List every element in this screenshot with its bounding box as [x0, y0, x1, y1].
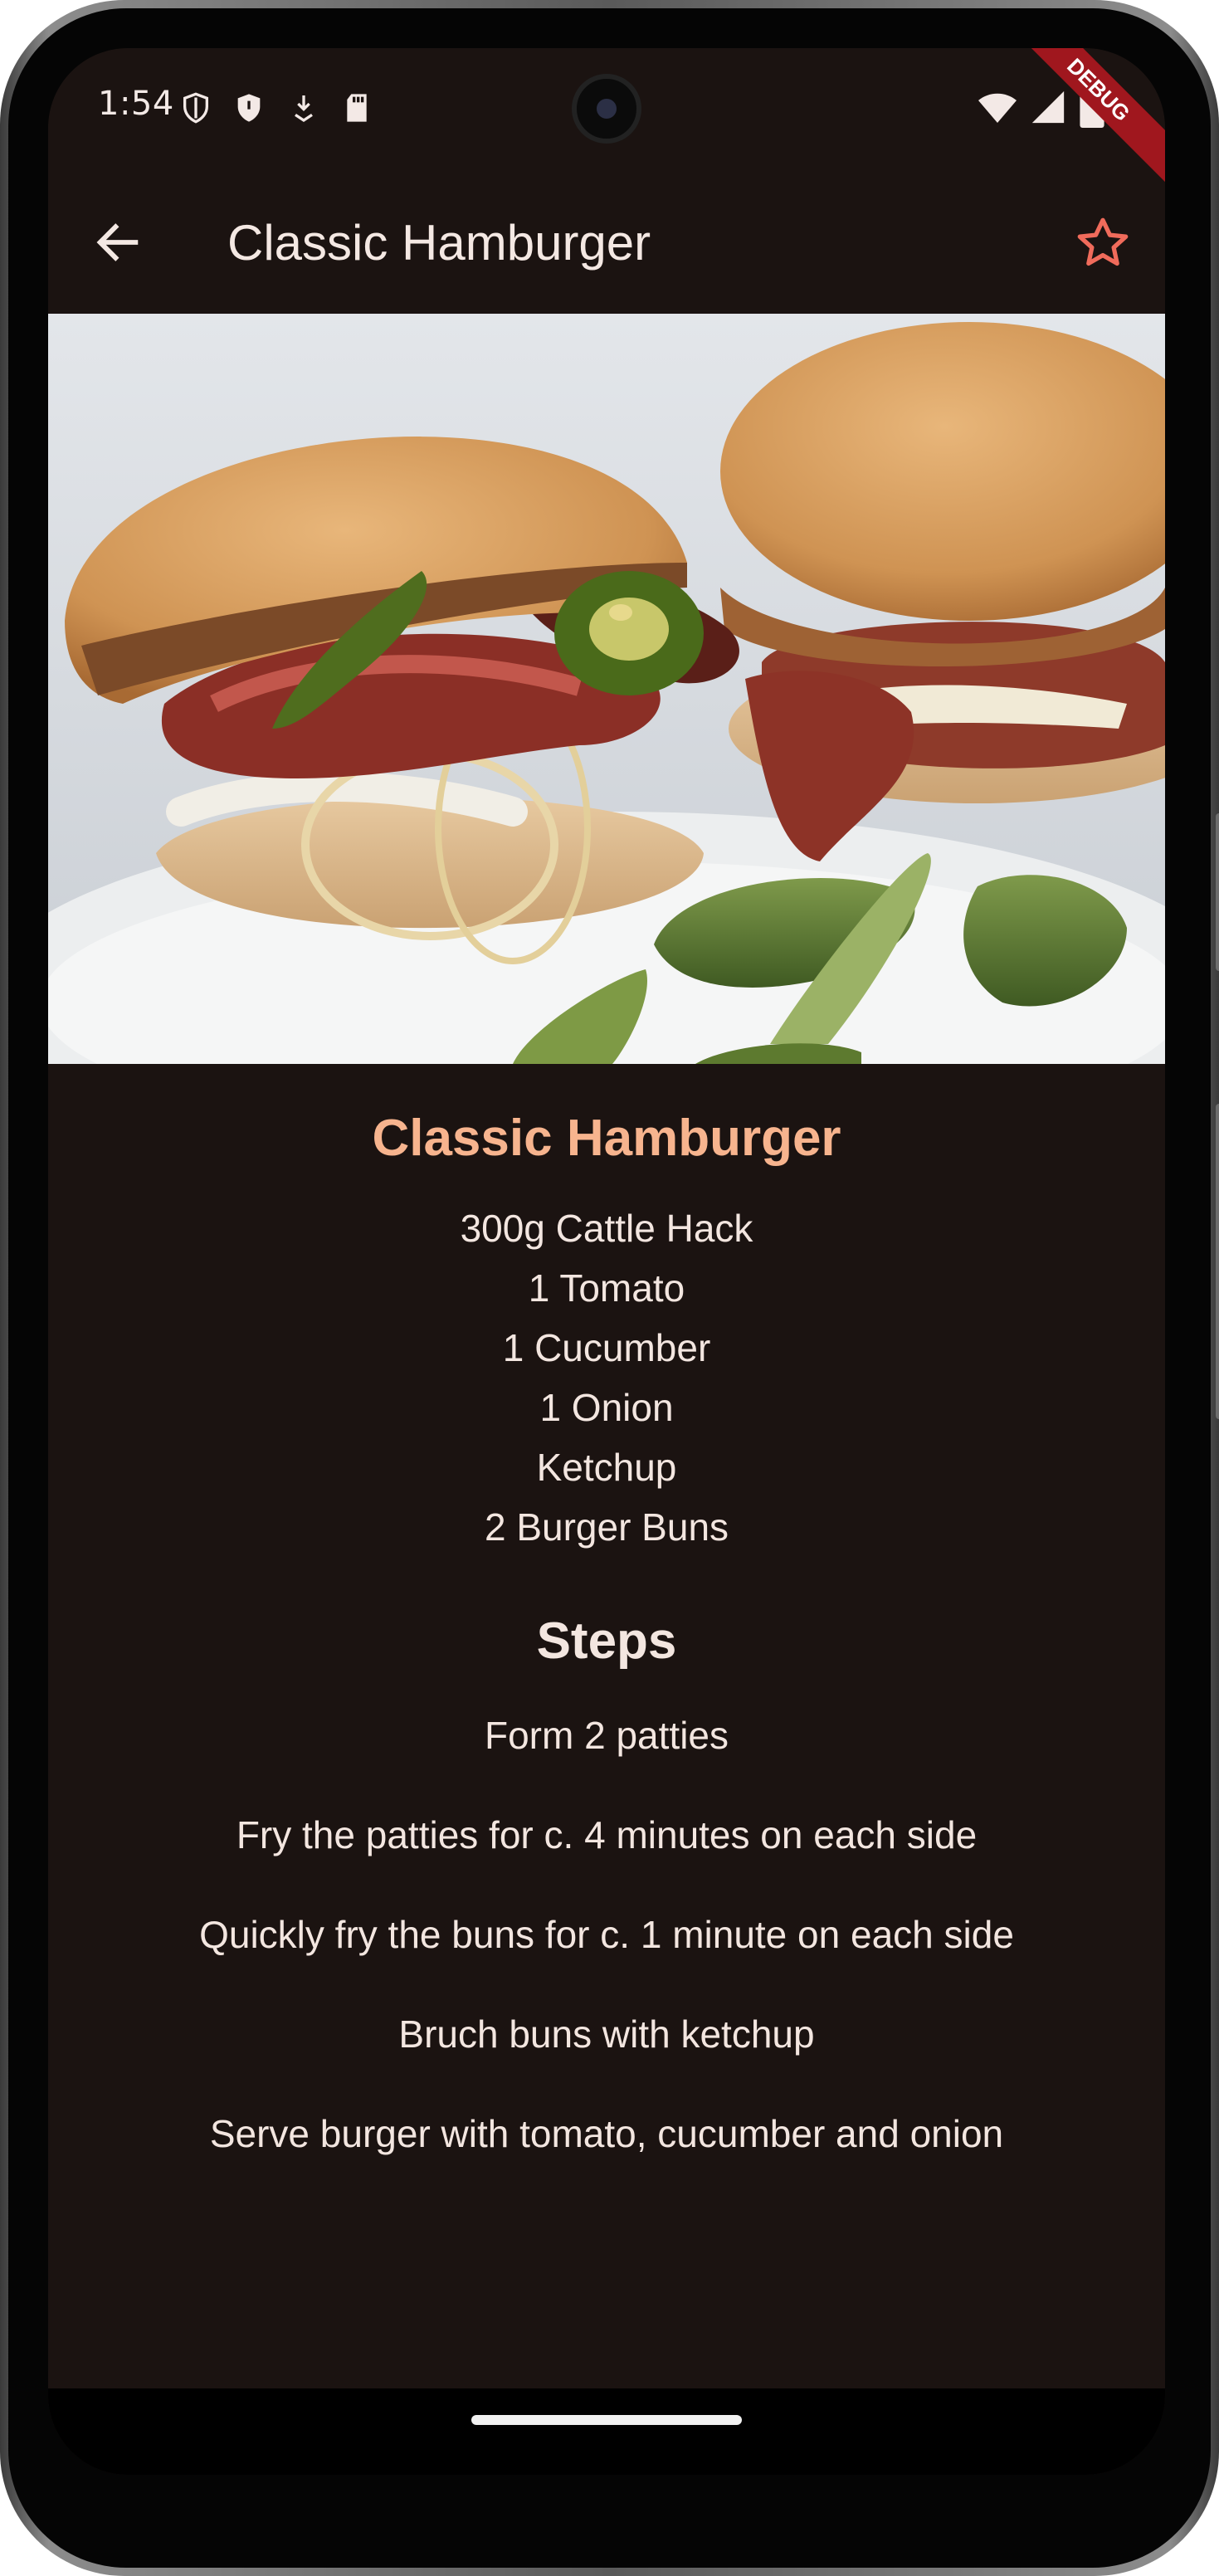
step-item: Form 2 patties — [485, 1714, 729, 1757]
front-camera — [572, 74, 641, 144]
ingredient-item: 1 Tomato — [528, 1266, 685, 1310]
power-button — [1216, 813, 1219, 971]
volume-button — [1216, 1104, 1219, 1419]
step-item: Serve burger with tomato, cucumber and o… — [209, 2112, 1004, 2155]
download-icon — [295, 95, 313, 123]
steps-list: Form 2 patties Fry the patties for c. 4 … — [48, 1711, 1165, 2209]
step-item: Fry the patties for c. 4 minutes on each… — [236, 1813, 978, 1856]
arrow-back-icon[interactable] — [91, 216, 144, 269]
step-item: Bruch buns with ketchup — [398, 2013, 815, 2056]
ingredient-list: 300g Cattle Hack 1 Tomato 1 Cucumber 1 O… — [48, 1198, 1165, 1557]
phone-frame: 1:54 DEBUG Classic Hamburger Classic Ham… — [0, 0, 1219, 2576]
star-outline-icon[interactable] — [1074, 214, 1132, 272]
recipe-content: Classic Hamburger 300g Cattle Hack 1 Tom… — [48, 1064, 1165, 2209]
recipe-title: Classic Hamburger — [372, 1110, 841, 1167]
status-bar: 1:54 DEBUG — [48, 48, 1165, 191]
recipe-image — [48, 314, 1165, 1064]
app-bar: Classic Hamburger — [48, 173, 1165, 314]
wifi-icon — [978, 93, 1017, 123]
ingredient-item: 300g Cattle Hack — [460, 1207, 753, 1250]
shield-outline-icon — [183, 92, 208, 124]
step-item: Quickly fry the buns for c. 1 minute on … — [199, 1913, 1014, 1956]
steps-heading: Steps — [536, 1612, 677, 1670]
app-bar-title: Classic Hamburger — [227, 215, 651, 271]
home-indicator[interactable] — [471, 2415, 742, 2425]
ingredient-item: 1 Cucumber — [502, 1326, 711, 1369]
ingredient-item: 2 Burger Buns — [484, 1505, 729, 1549]
ingredient-item: 1 Onion — [539, 1386, 674, 1429]
shield-icon — [237, 94, 261, 122]
screen: 1:54 DEBUG Classic Hamburger Classic Ham… — [48, 48, 1165, 2475]
sd-card-icon — [347, 94, 367, 122]
status-time: 1:54 — [98, 85, 174, 123]
cell-signal-icon — [1031, 90, 1065, 124]
gesture-navigation-bar — [48, 2388, 1165, 2475]
ingredient-item: Ketchup — [536, 1446, 677, 1489]
